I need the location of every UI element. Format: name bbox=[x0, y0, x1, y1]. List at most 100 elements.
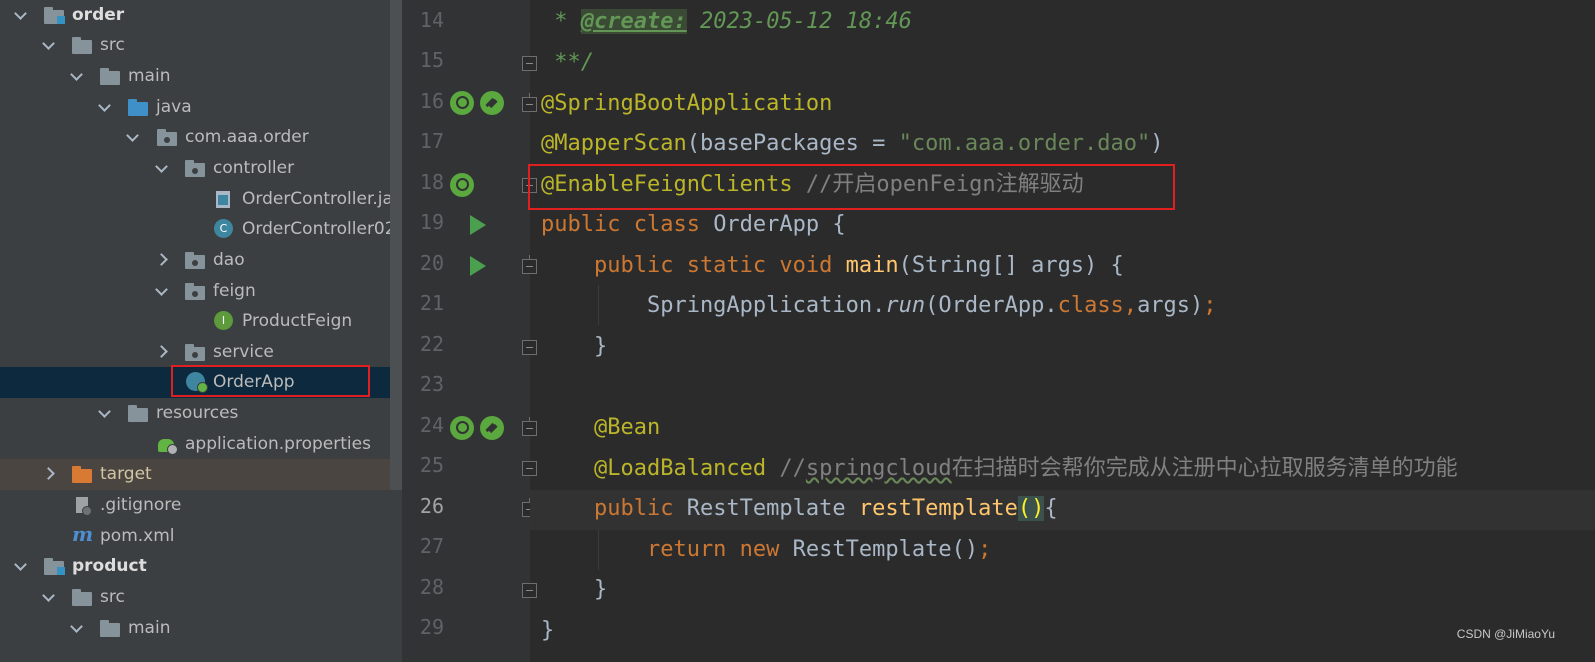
tree-item-label: target bbox=[100, 464, 152, 484]
spring-config-icon[interactable] bbox=[480, 91, 504, 115]
tree-item-resources[interactable]: resources bbox=[0, 398, 390, 429]
class-icon: C bbox=[214, 219, 233, 238]
resources-folder-icon bbox=[128, 404, 148, 422]
highlight-box-enablefeignclients bbox=[528, 164, 1175, 210]
tree-item-productfeign[interactable]: I ProductFeign bbox=[0, 306, 390, 337]
line-number: 22 bbox=[419, 332, 444, 356]
project-tree-panel: order src main java com.aaa.order contro… bbox=[0, 0, 402, 662]
line-number: 19 bbox=[419, 210, 444, 234]
tree-item-main[interactable]: main bbox=[0, 613, 390, 644]
tree-item-label: main bbox=[128, 618, 171, 638]
code-line-15: **/ bbox=[541, 50, 594, 75]
line-number: 27 bbox=[419, 534, 444, 558]
package-icon bbox=[157, 128, 177, 146]
folder-icon bbox=[100, 619, 120, 637]
editor-gutter: 14 15 16 17 18 19 20 21 22 23 24 25 26 2… bbox=[402, 0, 537, 662]
tree-item-main[interactable]: main bbox=[0, 61, 390, 92]
code-line-29: } bbox=[541, 618, 555, 643]
line-number: 24 bbox=[419, 413, 444, 437]
excluded-folder-icon bbox=[72, 465, 92, 483]
line-number: 20 bbox=[419, 251, 444, 275]
code-line-21: SpringApplication.run(OrderApp.class,arg… bbox=[541, 293, 1217, 318]
code-line-24: @Bean bbox=[541, 415, 661, 440]
folder-icon bbox=[72, 588, 92, 606]
tree-item-label: java bbox=[156, 97, 192, 117]
chevron-right-icon[interactable] bbox=[157, 252, 171, 266]
code-line-20: public static void main(String[] args) { bbox=[541, 253, 1124, 278]
chevron-down-icon[interactable] bbox=[126, 129, 140, 143]
tree-item-pom-xml[interactable]: m pom.xml bbox=[0, 521, 390, 552]
tree-item-label: OrderController02 bbox=[242, 219, 396, 239]
tree-item-src[interactable]: src bbox=[0, 582, 390, 613]
tree-item-ordercontroller-java[interactable]: OrderController.java bbox=[0, 184, 402, 215]
maven-icon: m bbox=[72, 522, 94, 546]
code-line-25: @LoadBalanced //springcloud在扫描时会帮你完成从注册中… bbox=[541, 456, 1458, 481]
spring-bean-icon[interactable] bbox=[450, 91, 474, 115]
chevron-down-icon[interactable] bbox=[14, 558, 28, 572]
line-number: 23 bbox=[419, 372, 444, 396]
tree-item-label: src bbox=[100, 35, 125, 55]
chevron-down-icon[interactable] bbox=[14, 7, 28, 21]
tree-item-gitignore[interactable]: .gitignore bbox=[0, 490, 390, 521]
spring-config-icon[interactable] bbox=[480, 416, 504, 440]
tree-item-application-properties[interactable]: application.properties bbox=[0, 429, 390, 460]
tree-item-package-com-aaa-order[interactable]: com.aaa.order bbox=[0, 122, 390, 153]
spring-bean-icon[interactable] bbox=[450, 416, 474, 440]
tree-item-label: dao bbox=[213, 250, 245, 270]
package-icon bbox=[185, 343, 205, 361]
chevron-down-icon[interactable] bbox=[42, 589, 56, 603]
package-icon bbox=[185, 251, 205, 269]
chevron-down-icon[interactable] bbox=[70, 620, 84, 634]
tree-item-product-module[interactable]: product bbox=[0, 551, 390, 582]
tree-item-label: service bbox=[213, 342, 274, 362]
package-icon bbox=[185, 282, 205, 300]
code-line-26: public RestTemplate restTemplate(){ bbox=[541, 496, 1058, 521]
watermark: CSDN @JiMiaoYu bbox=[1456, 627, 1555, 641]
tree-item-ordercontroller02[interactable]: C OrderController02 bbox=[0, 214, 396, 245]
code-line-14: * @create: 2023-05-12 18:46 bbox=[541, 9, 912, 34]
chevron-down-icon[interactable] bbox=[70, 68, 84, 82]
spring-scan-icon[interactable] bbox=[450, 173, 474, 197]
tree-item-package-controller[interactable]: controller bbox=[0, 153, 390, 184]
line-number: 21 bbox=[419, 291, 444, 315]
tree-item-order-module[interactable]: order bbox=[0, 0, 390, 31]
chevron-down-icon[interactable] bbox=[98, 405, 112, 419]
code-line-19: public class OrderApp { bbox=[541, 212, 846, 237]
folder-icon bbox=[100, 67, 120, 85]
line-number: 15 bbox=[419, 48, 444, 72]
tree-item-label: src bbox=[100, 587, 125, 607]
chevron-down-icon[interactable] bbox=[155, 160, 169, 174]
tree-item-java[interactable]: java bbox=[0, 92, 390, 123]
tree-item-label: OrderController.java bbox=[242, 189, 402, 209]
highlight-box-orderapp bbox=[171, 365, 370, 397]
spring-properties-icon bbox=[157, 435, 178, 455]
line-number: 28 bbox=[419, 575, 444, 599]
chevron-down-icon[interactable] bbox=[155, 283, 169, 297]
tree-item-label: controller bbox=[213, 158, 295, 178]
run-gutter-icon[interactable] bbox=[470, 215, 486, 235]
run-gutter-icon[interactable] bbox=[470, 256, 486, 276]
java-file-icon bbox=[213, 190, 233, 208]
code-line-17: @MapperScan(basePackages = "com.aaa.orde… bbox=[541, 131, 1164, 156]
tree-item-label: ProductFeign bbox=[242, 311, 353, 331]
chevron-down-icon[interactable] bbox=[42, 37, 56, 51]
tree-item-label: feign bbox=[213, 281, 256, 301]
line-number: 25 bbox=[419, 453, 444, 477]
tree-item-label: resources bbox=[156, 403, 239, 423]
module-folder-icon bbox=[44, 557, 65, 575]
chevron-right-icon[interactable] bbox=[44, 466, 58, 480]
tree-item-package-dao[interactable]: dao bbox=[0, 245, 390, 276]
tree-item-src[interactable]: src bbox=[0, 30, 390, 61]
code-line-27: return new RestTemplate(); bbox=[541, 537, 992, 562]
line-number: 16 bbox=[419, 89, 444, 113]
tree-item-package-feign[interactable]: feign bbox=[0, 276, 390, 307]
tree-item-package-service[interactable]: service bbox=[0, 337, 390, 368]
tree-item-label: pom.xml bbox=[100, 526, 175, 546]
chevron-down-icon[interactable] bbox=[98, 99, 112, 113]
chevron-right-icon[interactable] bbox=[157, 344, 171, 358]
tree-item-label: order bbox=[72, 5, 125, 25]
tree-scrollbar[interactable] bbox=[390, 0, 402, 490]
code-editor[interactable]: * @create: 2023-05-12 18:46 **/ @SpringB… bbox=[530, 0, 1595, 662]
code-line-22: } bbox=[541, 334, 608, 359]
tree-item-target[interactable]: target bbox=[0, 459, 390, 490]
